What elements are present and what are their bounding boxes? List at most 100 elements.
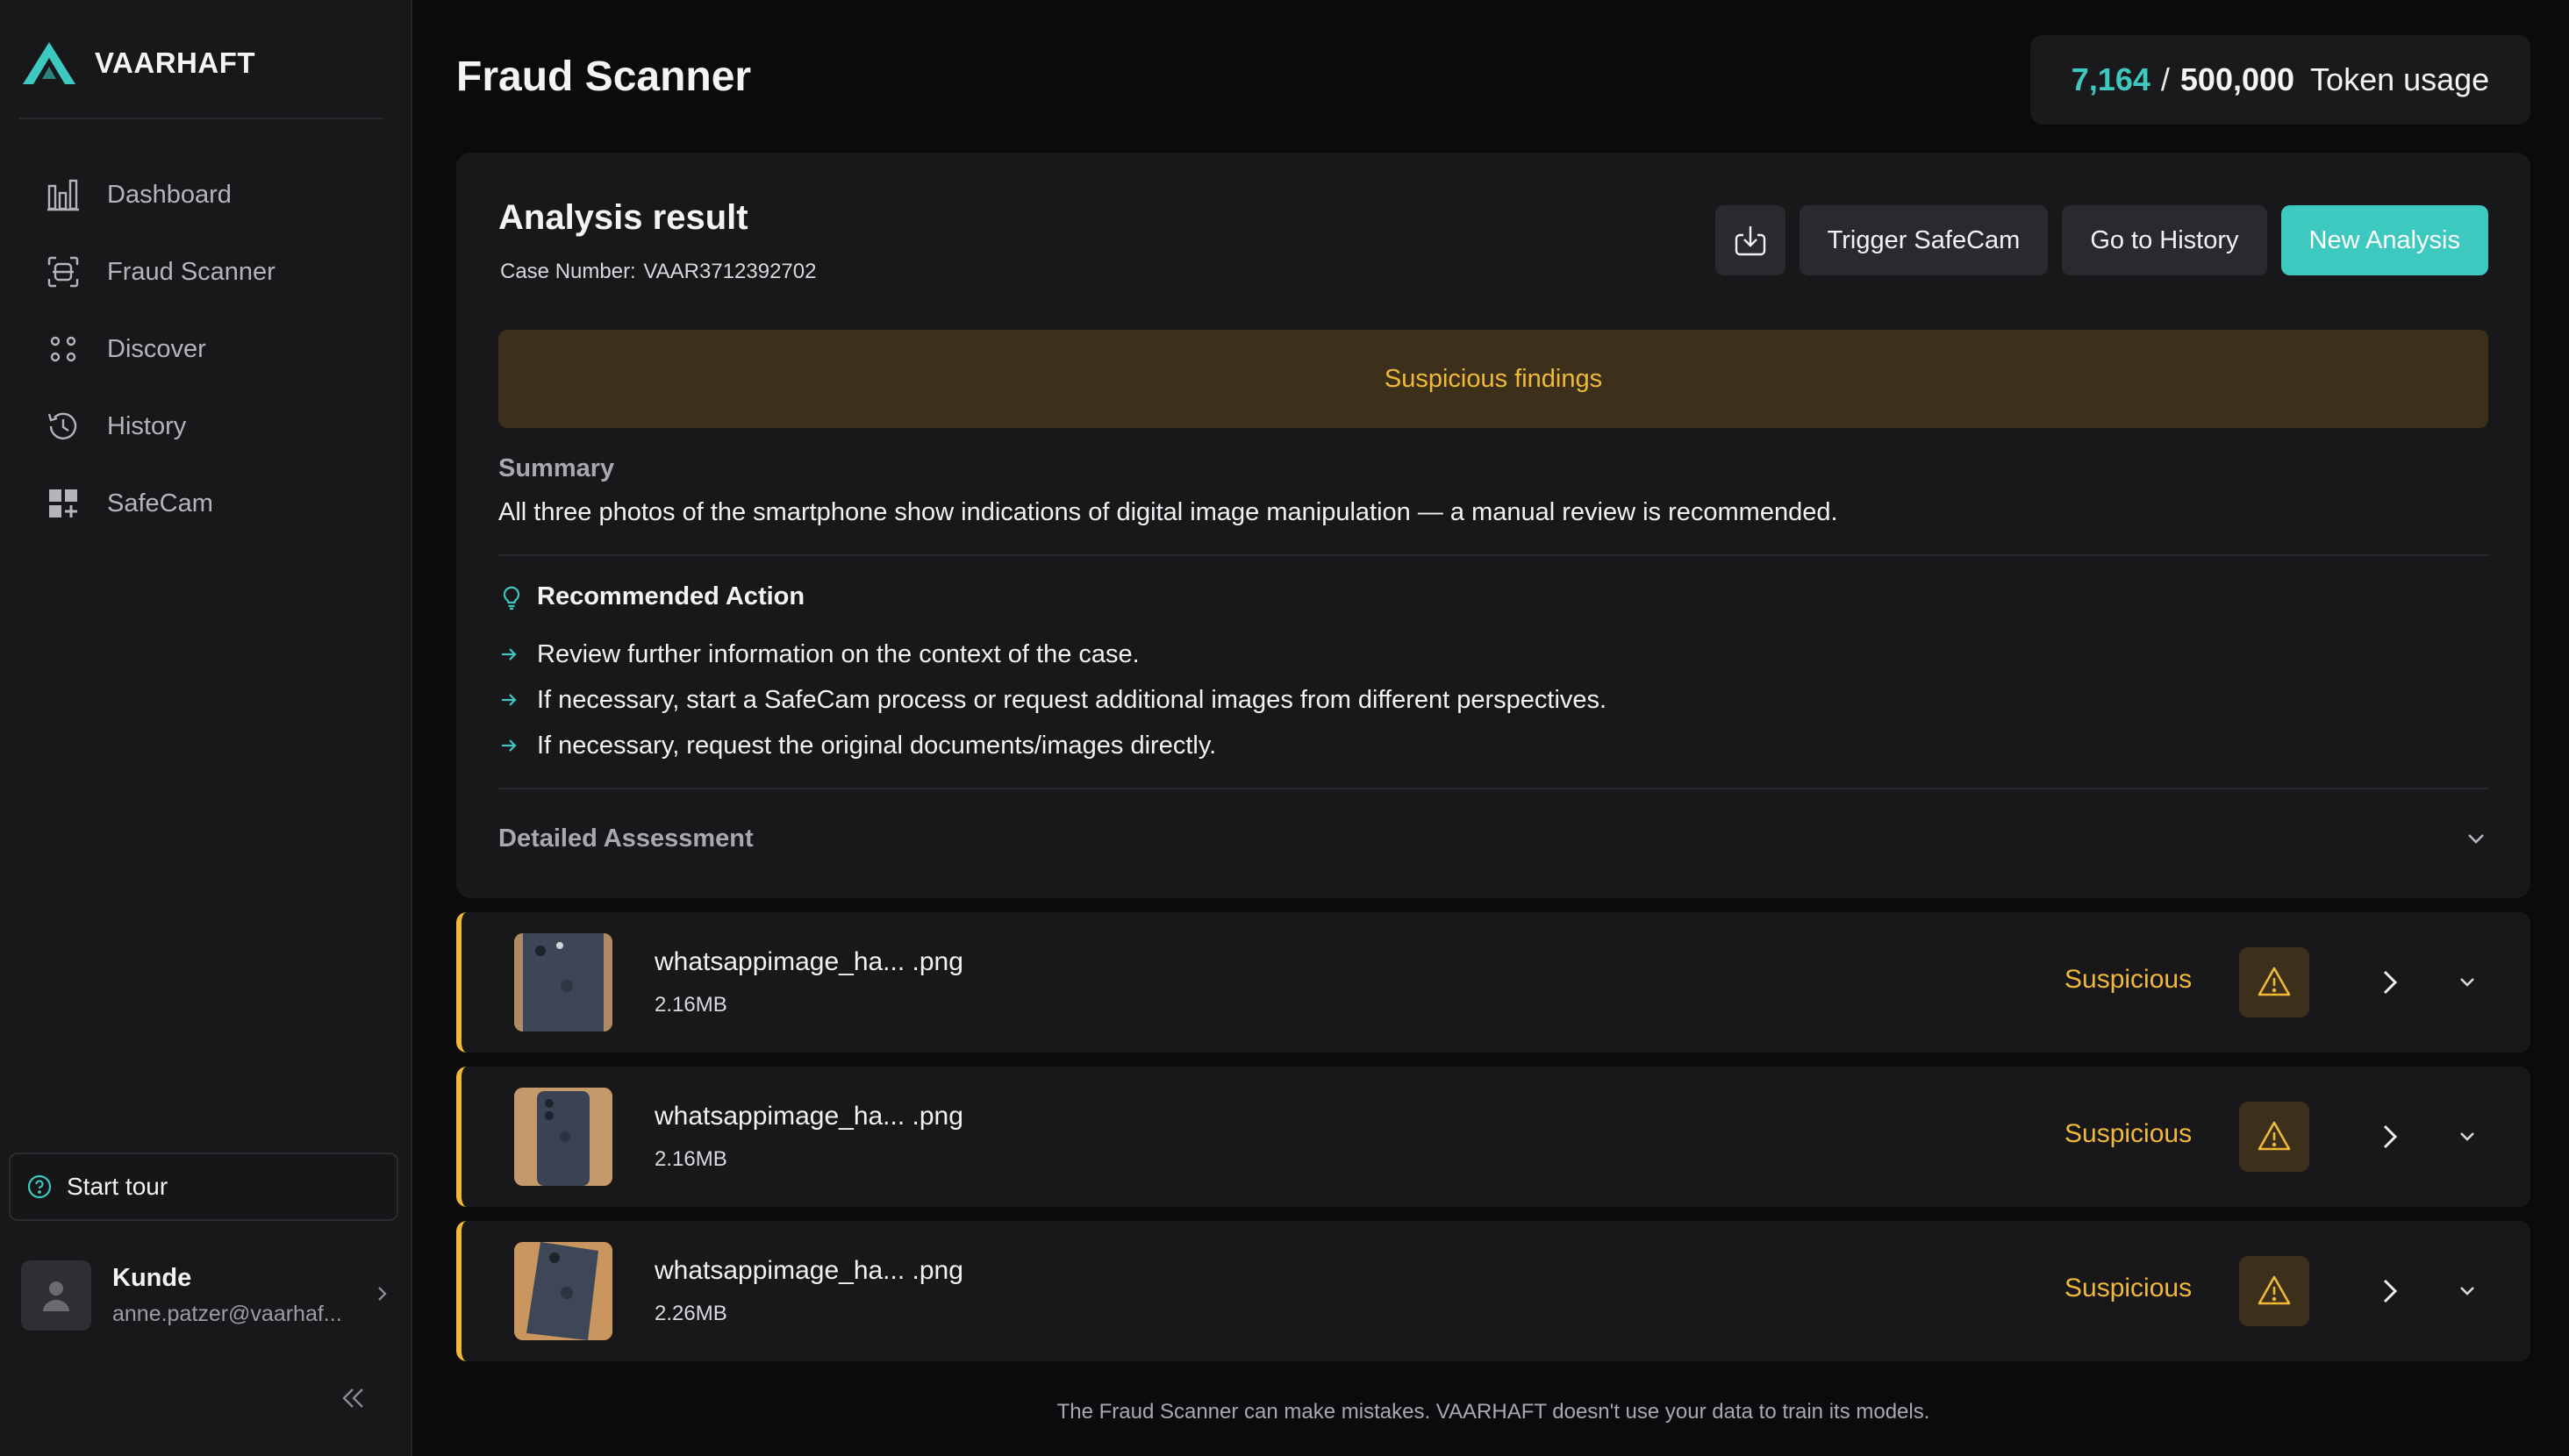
warning-button[interactable] — [2239, 1102, 2309, 1172]
recommended-action-text: If necessary, request the original docum… — [537, 731, 1217, 760]
chevron-right-icon — [378, 1287, 387, 1301]
token-used: 7,164 — [2071, 61, 2150, 97]
user-icon — [43, 1281, 69, 1311]
divider — [498, 554, 2488, 556]
expand-file-button[interactable] — [2455, 1124, 2480, 1153]
file-name: whatsappimage_ha... .png — [655, 1256, 963, 1285]
smartphone-image-icon — [514, 1242, 612, 1340]
file-thumbnail[interactable] — [514, 933, 612, 1031]
recommended-action-title: Recommended Action — [537, 582, 805, 610]
detailed-assessment-label: Detailed Assessment — [498, 824, 754, 853]
open-file-button[interactable] — [2376, 1119, 2404, 1159]
status-badge: Suspicious — [2065, 1119, 2193, 1148]
summary-text: All three photos of the smartphone show … — [498, 498, 1838, 526]
file-size: 2.16MB — [655, 993, 727, 1017]
new-analysis-button[interactable]: New Analysis — [2280, 205, 2488, 275]
recommended-action-heading: Recommended Action — [498, 582, 805, 611]
sidebar-divider — [19, 118, 383, 119]
file-row: whatsappimage_ha... .png 2.16MB Suspicio… — [456, 912, 2530, 1053]
sidebar-item-label: History — [107, 411, 187, 440]
user-email: anne.patzer@vaarhaf... — [112, 1302, 342, 1326]
arrow-right-icon — [502, 694, 517, 706]
arrow-right-icon — [502, 739, 517, 752]
disclaimer-footer: The Fraud Scanner can make mistakes. VAA… — [1056, 1400, 1930, 1424]
chevron-down-icon — [2460, 1132, 2474, 1141]
file-name: whatsappimage_ha... .png — [655, 1102, 963, 1131]
help-circle-icon — [27, 1174, 52, 1199]
sidebar-item-history[interactable]: History — [46, 388, 276, 465]
sidebar-item-fraud-scanner[interactable]: Fraud Scanner — [46, 233, 276, 310]
user-menu[interactable]: Kunde anne.patzer@vaarhaf... — [21, 1260, 390, 1331]
chevron-down-icon — [2468, 834, 2484, 844]
analysis-actions: Trigger SafeCam Go to History New Analys… — [1714, 205, 2488, 275]
file-thumbnail[interactable] — [514, 1088, 612, 1186]
history-icon — [47, 412, 77, 439]
expand-file-button[interactable] — [2455, 1279, 2480, 1308]
summary-label: Summary — [498, 454, 615, 482]
analysis-title: Analysis result — [498, 198, 748, 237]
file-size: 2.16MB — [655, 1147, 727, 1171]
user-name: Kunde — [112, 1264, 192, 1292]
start-tour-button[interactable]: Start tour — [9, 1153, 398, 1221]
warning-triangle-icon — [2258, 967, 2291, 996]
sidebar-nav: Dashboard Fraud Scanner Discover History — [46, 156, 276, 542]
chevron-right-icon — [2383, 970, 2398, 995]
divider — [498, 788, 2488, 789]
sidebar-item-label: Dashboard — [107, 180, 232, 209]
expand-file-button[interactable] — [2455, 970, 2480, 999]
dots-grid-icon — [50, 336, 76, 362]
sidebar-item-label: SafeCam — [107, 489, 213, 517]
scan-icon — [47, 256, 79, 288]
bar-chart-icon — [47, 179, 79, 211]
suspicious-findings-banner: Suspicious findings — [498, 330, 2488, 428]
sidebar: VAARHAFT Dashboard Fraud Scanner Discove… — [0, 0, 412, 1456]
warning-button[interactable] — [2239, 1256, 2309, 1326]
chevron-right-icon — [2383, 1279, 2398, 1303]
list-item: If necessary, request the original docum… — [498, 723, 1607, 768]
status-badge: Suspicious — [2065, 965, 2193, 994]
detailed-assessment-toggle[interactable]: Detailed Assessment — [498, 812, 2488, 865]
lightbulb-icon — [503, 586, 520, 610]
brand[interactable]: VAARHAFT — [21, 39, 255, 88]
case-number-value: VAAR3712392702 — [643, 260, 817, 283]
file-thumbnail[interactable] — [514, 1242, 612, 1340]
download-icon — [1735, 226, 1765, 256]
chevrons-left-icon — [342, 1388, 363, 1408]
chevron-down-icon — [2460, 1287, 2474, 1295]
list-item: Review further information on the contex… — [498, 632, 1607, 677]
chevron-right-icon — [2383, 1124, 2398, 1149]
recommended-action-text: Review further information on the contex… — [537, 639, 1140, 668]
arrow-right-icon — [502, 648, 517, 660]
open-file-button[interactable] — [2376, 965, 2404, 1004]
case-number-label: Case Number: — [500, 260, 636, 283]
grid-plus-icon — [49, 489, 77, 517]
case-number: Case Number: VAAR3712392702 — [498, 260, 816, 284]
file-name: whatsappimage_ha... .png — [655, 947, 963, 976]
file-row: whatsappimage_ha... .png 2.16MB Suspicio… — [456, 1067, 2530, 1207]
trigger-safecam-button[interactable]: Trigger SafeCam — [1799, 205, 2049, 275]
recommended-action-list: Review further information on the contex… — [498, 632, 1607, 768]
sidebar-item-label: Discover — [107, 334, 206, 363]
list-item: If necessary, start a SafeCam process or… — [498, 677, 1607, 723]
token-label: Token usage — [2310, 61, 2490, 97]
brand-name: VAARHAFT — [95, 46, 256, 79]
download-button[interactable] — [1714, 205, 1785, 275]
recommended-action-text: If necessary, start a SafeCam process or… — [537, 685, 1607, 714]
sidebar-item-discover[interactable]: Discover — [46, 310, 276, 388]
file-row: whatsappimage_ha... .png 2.26MB Suspicio… — [456, 1221, 2530, 1361]
token-total: 500,000 — [2179, 61, 2295, 97]
sidebar-item-dashboard[interactable]: Dashboard — [46, 156, 276, 233]
file-size: 2.26MB — [655, 1302, 727, 1325]
collapse-sidebar-button[interactable] — [339, 1384, 367, 1417]
warning-button[interactable] — [2239, 947, 2309, 1017]
start-tour-label: Start tour — [67, 1173, 168, 1200]
open-file-button[interactable] — [2376, 1274, 2404, 1313]
chevron-down-icon — [2460, 978, 2474, 987]
sidebar-item-safecam[interactable]: SafeCam — [46, 465, 276, 542]
avatar — [21, 1260, 91, 1331]
go-to-history-button[interactable]: Go to History — [2062, 205, 2267, 275]
warning-triangle-icon — [2258, 1121, 2291, 1151]
warning-triangle-icon — [2258, 1275, 2291, 1305]
page-title: Fraud Scanner — [456, 54, 752, 100]
smartphone-image-icon — [514, 1088, 612, 1186]
